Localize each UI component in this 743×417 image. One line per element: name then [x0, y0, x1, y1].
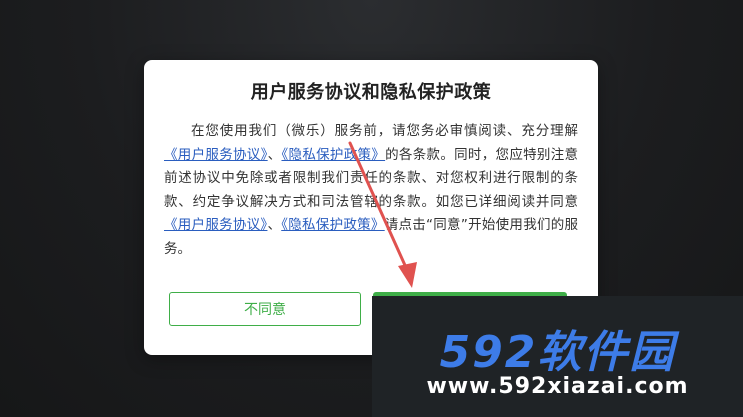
watermark-logo: 592软件园	[439, 327, 676, 378]
privacy-policy-link-2[interactable]: 《隐私保护政策》	[281, 217, 384, 233]
watermark-url: www.592xiazai.com	[426, 374, 689, 399]
body-text-1: 在您使用我们（微乐）服务前，请您务必审慎阅读、充分理解	[191, 123, 578, 139]
dialog-body: 在您使用我们（微乐）服务前，请您务必审慎阅读、充分理解《用户服务协议》、《隐私保…	[164, 120, 578, 261]
body-text-4: 、	[267, 217, 282, 233]
privacy-policy-link[interactable]: 《隐私保护政策》	[281, 147, 385, 163]
body-text-2: 、	[267, 146, 282, 163]
dialog-title: 用户服务协议和隐私保护政策	[250, 82, 492, 103]
site-watermark: 592软件园 www.592xiazai.com	[372, 296, 743, 417]
disagree-button[interactable]: 不同意	[169, 292, 361, 326]
service-agreement-link[interactable]: 《用户服务协议》	[164, 147, 268, 163]
service-agreement-link-2[interactable]: 《用户服务协议》	[164, 217, 267, 233]
